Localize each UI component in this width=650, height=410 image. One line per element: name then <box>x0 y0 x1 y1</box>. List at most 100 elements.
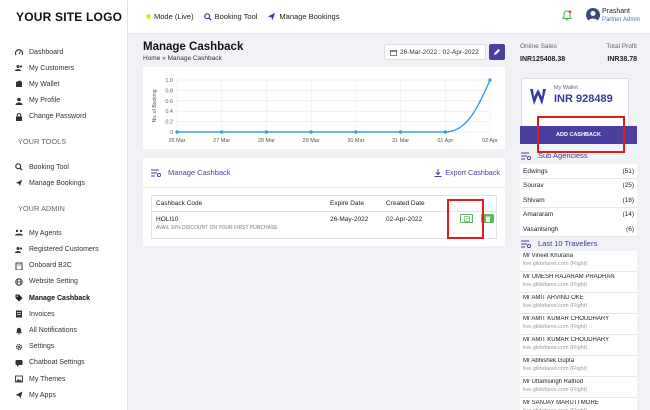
export-cashback-button[interactable]: Export Cashback <box>434 168 500 177</box>
sidebar-item-chatboat-settings[interactable]: Chatboat Settings <box>0 355 127 371</box>
filter-edit-button[interactable] <box>489 44 505 60</box>
sidebar-item-dashboard[interactable]: Dashboard <box>0 44 127 60</box>
sidebar-item-my-profile[interactable]: My Profile <box>0 93 127 109</box>
sidebar-item-my-customers[interactable]: My Customers <box>0 60 127 76</box>
agency-row[interactable]: Shivam (18) <box>520 193 637 208</box>
traveller-item[interactable]: Mr AMIT KUMAR CHOUDHARY live.glidefares.c… <box>520 335 637 356</box>
plane-icon <box>267 12 276 21</box>
sidebar-item-manage-cashback[interactable]: Manage Cashback <box>0 290 127 306</box>
traveller-source: live.glidefares.com (Flight) <box>523 282 588 288</box>
top-bar: Mode (Live) Booking Tool Manage Bookings… <box>128 0 650 34</box>
sidebar-item-my-themes[interactable]: My Themes <box>0 371 127 387</box>
gear-icon <box>15 343 23 351</box>
traveller-item[interactable]: Mr AMIT KUMAR CHOUDHARY live.glidefares.c… <box>520 314 637 335</box>
chart-y-axis-label: No. of Booking <box>152 89 158 122</box>
date-range-picker[interactable]: 26-Mar-2022 : 02-Apr-2022 <box>384 44 486 60</box>
sidebar-item-booking-tool[interactable]: Booking Tool <box>0 159 127 175</box>
list-filter-icon <box>151 169 161 177</box>
sidebar-item-label: My Wallet <box>29 80 60 88</box>
sidebar-item-website-setting[interactable]: Website Setting <box>0 274 127 290</box>
sidebar-item-my-apps[interactable]: My Apps <box>0 387 127 403</box>
traveller-item[interactable]: Mr UMESH RAJARAM PRADHAN live.glidefares.… <box>520 272 637 293</box>
agency-count: (25) <box>622 182 634 189</box>
traveller-name: Mr AMIT KUMAR CHOUDHARY <box>523 337 610 343</box>
download-icon <box>434 168 442 177</box>
sidebar-item-my-wallet[interactable]: My Wallet <box>0 76 127 92</box>
traveller-source: live.glidefares.com (Flight) <box>523 261 588 267</box>
sidebar-item-label: My Profile <box>29 97 61 105</box>
tools-nav: Booking Tool Manage Bookings <box>0 159 127 191</box>
sidebar-item-all-notifications[interactable]: All Notifications <box>0 322 127 338</box>
agents-icon <box>15 229 23 237</box>
avatar[interactable] <box>586 8 600 22</box>
users-icon <box>15 64 23 72</box>
chat-icon <box>15 359 23 367</box>
sidebar-item-label: Settings <box>29 343 55 351</box>
admin-nav: My Agents Registered Customers Onboard B2C… <box>0 225 127 403</box>
traveller-name: Mr UMESH RAJARAM PRADHAN <box>523 274 615 280</box>
sidebar-item-label: My Apps <box>29 391 56 399</box>
agency-count: (18) <box>622 196 634 204</box>
breadcrumb[interactable]: Home » Manage Cashback <box>143 55 222 62</box>
bell-icon <box>15 327 23 335</box>
traveller-item[interactable]: Mr Vineet Khurana live.glidefares.com (Fl… <box>520 251 637 272</box>
pencil-icon <box>493 48 501 56</box>
agency-row[interactable]: Edwings (51) <box>520 164 637 179</box>
agency-row[interactable]: Amararam (14) <box>520 207 637 223</box>
booking-tool-label: Booking Tool <box>214 12 258 21</box>
user-name[interactable]: Prashant <box>602 8 630 15</box>
site-logo[interactable]: YOUR SITE LOGO <box>0 0 127 34</box>
sidebar-item-registered-customers[interactable]: Registered Customers <box>0 242 127 258</box>
cashback-description: AVAIL 10% DISCOUNT ON YOUR FIRST PURCHAS… <box>156 225 278 231</box>
sidebar-item-invoices[interactable]: Invoices <box>0 306 127 322</box>
sidebar-item-label: Invoices <box>29 310 55 318</box>
booking-tool-link[interactable]: Booking Tool <box>203 12 258 21</box>
export-label: Export Cashback <box>445 168 500 177</box>
mode-toggle[interactable]: Mode (Live) <box>146 12 194 21</box>
sidebar: YOUR SITE LOGO Dashboard My Customers My W… <box>0 0 128 410</box>
dashboard-icon <box>15 48 23 56</box>
manage-bookings-label: Manage Bookings <box>279 12 340 21</box>
sidebar-item-manage-bookings[interactable]: Manage Bookings <box>0 175 127 191</box>
sidebar-item-my-agents[interactable]: My Agents <box>0 225 127 241</box>
traveller-item[interactable]: Mr Abhishek Gupta live.glidefares.com (Fl… <box>520 356 637 377</box>
bookings-line-chart: 0 0.2 0.4 0.6 0.8 1.0 26 Mar 27 Mar 28 Mar 29 Mar… <box>152 78 498 144</box>
traveller-name: Mr Vineet Khurana <box>523 253 573 259</box>
sidebar-item-label: Manage Bookings <box>29 179 86 187</box>
sidebar-item-label: Manage Cashback <box>29 294 91 302</box>
sidebar-item-label: My Agents <box>29 229 62 237</box>
cashback-table: Cashback Code Expire Date Created Date H… <box>151 195 497 239</box>
agency-row[interactable]: Sourav (25) <box>520 178 637 194</box>
sidebar-item-label: Booking Tool <box>29 163 69 171</box>
manage-bookings-link[interactable]: Manage Bookings <box>267 12 339 21</box>
chart-x-tick-label: 30 Mar <box>347 138 364 144</box>
chart-point <box>175 130 179 134</box>
online-sales-label: Online Sales <box>520 43 557 50</box>
agency-count: (14) <box>622 211 634 218</box>
chart-y-tick-label: 0.2 <box>165 120 173 126</box>
chart-point <box>443 130 447 134</box>
notification-bell-icon[interactable] <box>562 10 572 23</box>
cashback-expire-date: 26-May-2022 <box>330 216 369 223</box>
agency-name: Vasantsingh <box>523 225 559 233</box>
online-sales-value: INR125408.38 <box>520 56 566 63</box>
sidebar-item-change-password[interactable]: Change Password <box>0 109 127 125</box>
traveller-item[interactable]: Mr SANJAY MARUTI MORElive.glidefares.com… <box>520 398 637 410</box>
cashback-created-date: 02-Apr-2022 <box>386 216 423 223</box>
agency-count: (51) <box>622 167 634 175</box>
table-card-title: Manage Cashback <box>168 168 231 177</box>
chart-x-tick-label: 27 Mar <box>213 138 230 144</box>
sidebar-item-onboard-b2c[interactable]: Onboard B2C <box>0 258 127 274</box>
col-header-created: Created Date <box>386 200 425 207</box>
traveller-source: live.glidefares.com (Flight) <box>523 387 588 393</box>
traveller-source: live.glidefares.com (Flight) <box>523 324 588 330</box>
chart-x-tick-label: 01 Apr <box>437 138 453 144</box>
chart-x-tick-label: 28 Mar <box>258 138 275 144</box>
travellers-list-icon <box>521 240 531 248</box>
scrollbar[interactable] <box>639 34 647 410</box>
agency-row[interactable]: Vasantsingh (6) <box>520 222 637 237</box>
sidebar-item-settings[interactable]: Settings <box>0 339 127 355</box>
wallet-icon <box>15 80 23 88</box>
traveller-item[interactable]: Mr Uttamsingh Rathod live.glidefares.com … <box>520 377 637 398</box>
traveller-item[interactable]: Mr AMIT ARVIND OKE live.glidefares.com (F… <box>520 293 637 314</box>
